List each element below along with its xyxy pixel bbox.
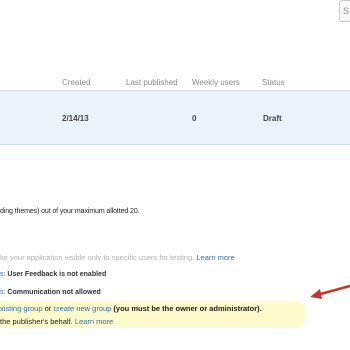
setting-user-feedback: s: User Feedback is not enabled xyxy=(0,271,106,278)
learn-more-link[interactable]: Learn more xyxy=(196,253,234,262)
setting-communication: s: Communication not allowed xyxy=(0,289,101,296)
setting-prefix: s: xyxy=(0,289,6,296)
col-status: Status xyxy=(262,78,285,87)
cell-created: 2/14/13 xyxy=(62,114,89,123)
publisher-text: the publisher's behalf. xyxy=(0,317,75,326)
col-weekly-users: Weekly users xyxy=(192,78,240,87)
table-header: Created Last published Weekly users Stat… xyxy=(0,76,350,90)
owner-note: (you must be the owner or administrator)… xyxy=(111,304,262,313)
or-text: or xyxy=(42,304,54,313)
table-row[interactable]: 2/14/13 0 Draft xyxy=(0,90,350,145)
testing-text: ke your application visible only to spec… xyxy=(0,253,197,262)
col-created: Created xyxy=(62,78,91,87)
cell-weekly-users: 0 xyxy=(192,114,197,123)
testing-description: ke your application visible only to spec… xyxy=(0,253,235,262)
setting-prefix: s: xyxy=(0,271,6,278)
publisher-note: the publisher's behalf. Learn more xyxy=(0,317,113,326)
col-last-published: Last published xyxy=(126,78,178,87)
existing-group-link[interactable]: xisting group xyxy=(0,304,43,313)
learn-more-link-2[interactable]: Learn more xyxy=(75,317,113,326)
quota-text: ding themes) out of your maximum allotte… xyxy=(0,208,140,215)
create-group-link[interactable]: create new group xyxy=(53,304,111,313)
highlight-box: xisting group or create new group (you m… xyxy=(0,301,306,328)
scroll-button[interactable]: S xyxy=(339,0,350,22)
group-instruction: xisting group or create new group (you m… xyxy=(0,304,262,313)
setting-text: Communication not allowed xyxy=(7,289,101,296)
setting-text: User Feedback is not enabled xyxy=(7,271,107,278)
arrow-icon xyxy=(310,284,350,299)
cell-status: Draft xyxy=(263,114,282,123)
